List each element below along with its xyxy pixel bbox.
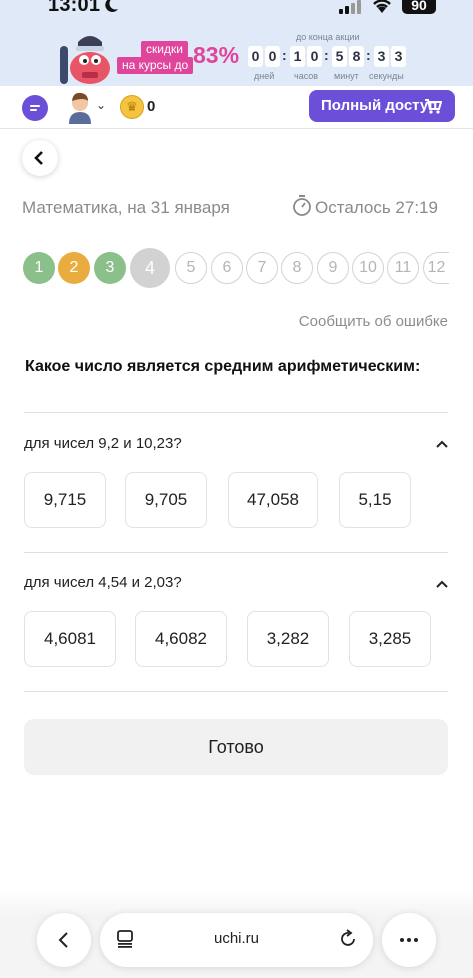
coin-count: 0	[147, 98, 156, 115]
timer-unit-seconds: секунды	[369, 71, 404, 81]
subquestion-1-text: для чисел 9,2 и 10,23?	[24, 435, 182, 452]
answer-option[interactable]: 4,6081	[24, 611, 116, 667]
full-access-button[interactable]: Полный доступ	[309, 90, 455, 122]
url-text: uchi.ru	[213, 930, 260, 947]
promo-label-discounts: скидки	[141, 41, 188, 58]
timer-caption: до конца акции	[296, 32, 360, 42]
answer-option[interactable]: 4,6082	[135, 611, 227, 667]
question-pill-5[interactable]: 5	[175, 252, 207, 284]
chat-button[interactable]	[22, 95, 48, 121]
avatar[interactable]	[66, 90, 94, 124]
question-pill-8[interactable]: 8	[281, 252, 313, 284]
timer-digit: 0	[265, 46, 280, 67]
answer-option[interactable]: 3,282	[247, 611, 329, 667]
chevron-up-icon[interactable]	[436, 580, 448, 588]
timer-colon: :	[366, 47, 371, 63]
timer-digit: 3	[391, 46, 406, 67]
reload-icon[interactable]	[338, 929, 358, 949]
timer-digit: 3	[374, 46, 389, 67]
timer-digit: 0	[307, 46, 322, 67]
divider	[24, 412, 448, 413]
timer-unit-hours: часов	[294, 71, 319, 81]
question-pill-2[interactable]: 2	[58, 252, 90, 284]
timer-digit: 0	[248, 46, 263, 67]
cart-icon	[425, 99, 442, 114]
question-pill-10[interactable]: 10	[352, 252, 384, 284]
back-button[interactable]	[22, 140, 58, 176]
chat-icon	[30, 105, 40, 111]
question-pill-7[interactable]: 7	[246, 252, 278, 284]
divider	[24, 552, 448, 553]
timer-unit-minutes: минут	[334, 71, 359, 81]
crown-coin-icon: ♛	[120, 95, 144, 119]
question-pill-1[interactable]: 1	[23, 252, 55, 284]
promo-banner[interactable]: 13:01 90 скидки на курсы до 83% до конца…	[0, 0, 473, 86]
moon-icon	[105, 0, 118, 12]
question-pill-4[interactable]: 4	[130, 248, 170, 288]
question-title: Какое число является средним арифметичес…	[25, 358, 421, 375]
report-error-link[interactable]: Сообщить об ошибке	[299, 313, 448, 330]
chevron-down-icon[interactable]: ⌄	[96, 98, 106, 112]
promo-label-courses: на курсы до	[117, 57, 194, 74]
question-pill-9[interactable]: 9	[317, 252, 349, 284]
full-access-label: Полный доступ	[321, 97, 438, 114]
chevron-left-icon	[58, 932, 68, 948]
timer-digit: 8	[349, 46, 364, 67]
stopwatch-icon	[293, 195, 311, 216]
more-dots-icon	[400, 938, 418, 942]
subquestion-2-text: для чисел 4,54 и 2,03?	[24, 574, 182, 591]
timer-unit-days: дней	[254, 71, 275, 81]
question-pill-12[interactable]: 12	[423, 252, 449, 284]
timer-digit: 5	[332, 46, 347, 67]
signal-icon	[339, 0, 361, 14]
battery-indicator: 90	[402, 0, 436, 14]
answer-option[interactable]: 9,705	[125, 472, 207, 528]
divider	[24, 691, 448, 692]
status-time: 13:01	[48, 0, 101, 16]
wifi-icon	[373, 0, 391, 13]
question-pill-6[interactable]: 6	[211, 252, 243, 284]
promo-percent: 83%	[193, 42, 240, 68]
app-header: ⌄ ♛ 0 Полный доступ	[0, 86, 473, 129]
answer-option[interactable]: 9,715	[24, 472, 106, 528]
question-pill-3[interactable]: 3	[94, 252, 126, 284]
more-menu-button[interactable]	[382, 913, 436, 967]
chevron-up-icon[interactable]	[436, 440, 448, 448]
timer-digit: 1	[290, 46, 305, 67]
time-remaining: Осталось 27:19	[315, 198, 438, 217]
timer-colon: :	[282, 47, 287, 63]
subject-label: Математика, на 31 января	[22, 198, 230, 217]
answer-option[interactable]: 5,15	[339, 472, 411, 528]
mascot-image	[60, 36, 110, 84]
address-bar[interactable]: uchi.ru	[100, 913, 373, 967]
answer-option[interactable]: 3,285	[349, 611, 431, 667]
answer-option[interactable]: 47,058	[228, 472, 318, 528]
question-pill-11[interactable]: 11	[387, 252, 419, 284]
done-button[interactable]: Готово	[24, 719, 448, 775]
browser-back-button[interactable]	[37, 913, 91, 967]
timer-colon: :	[324, 47, 329, 63]
chevron-left-icon	[34, 150, 43, 165]
